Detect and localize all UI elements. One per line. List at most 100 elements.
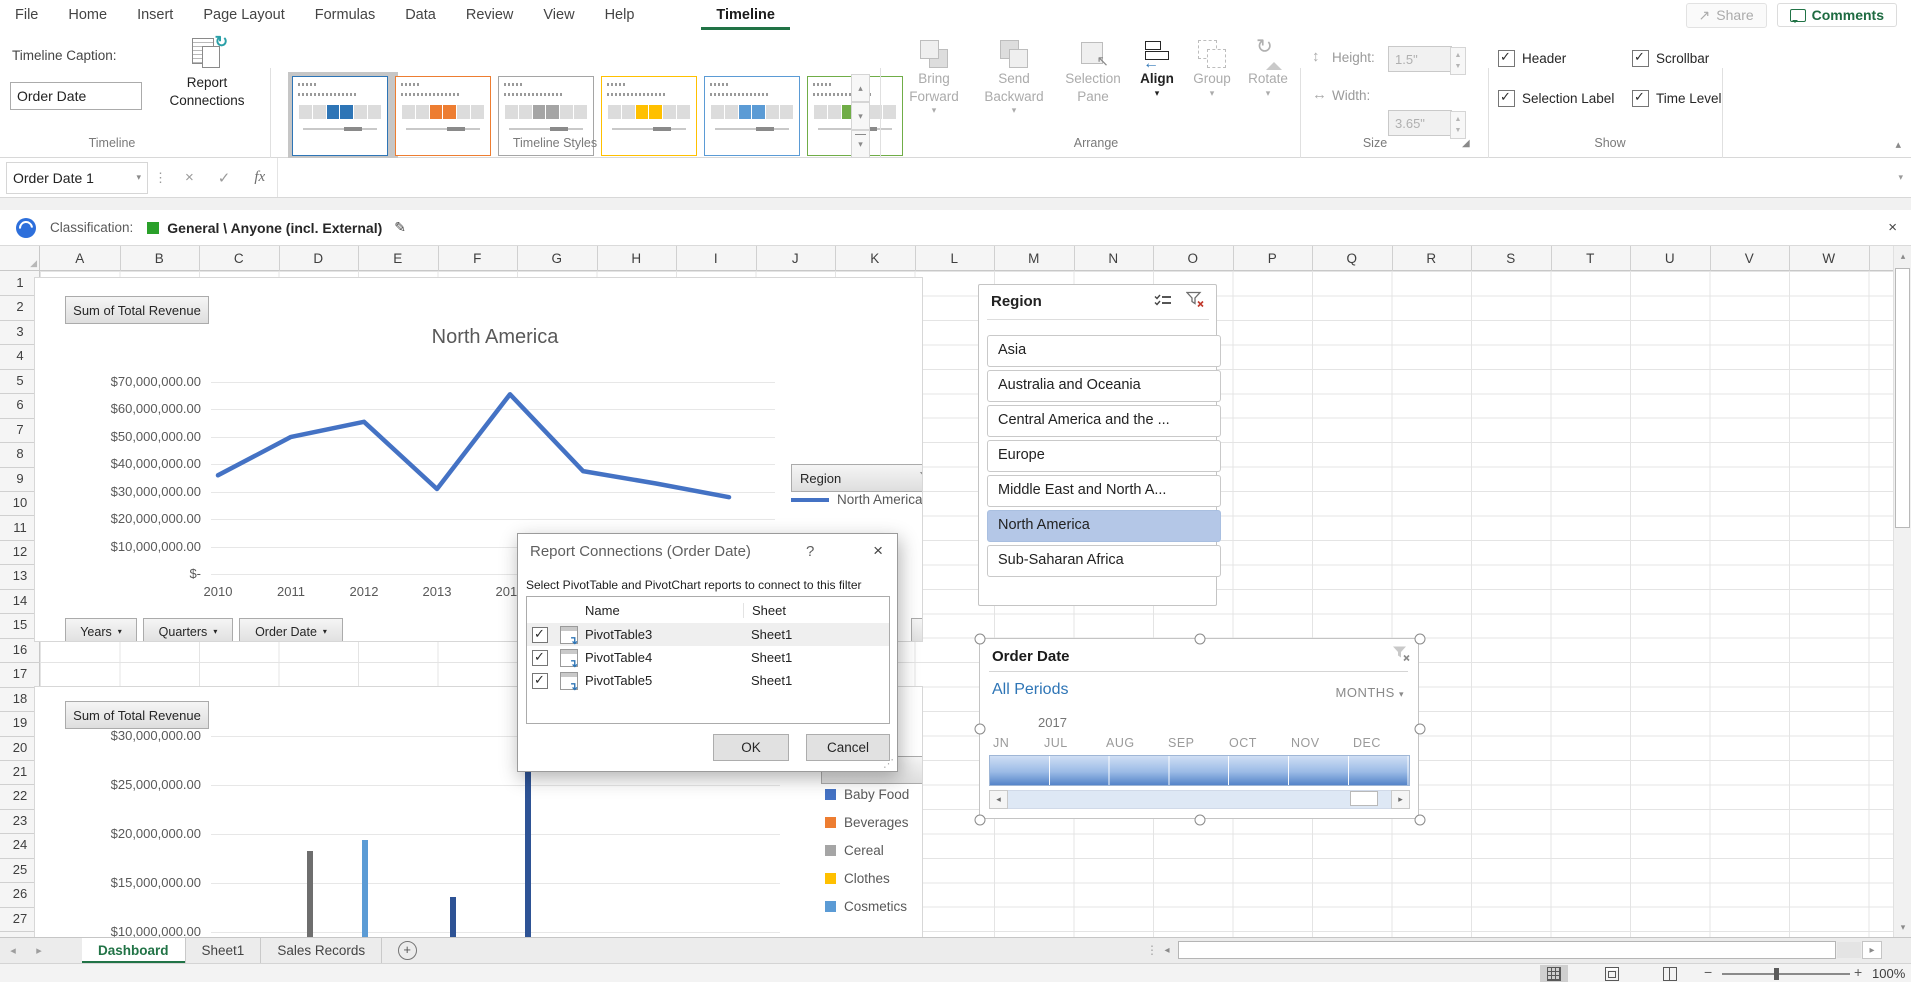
years-field-button[interactable]: Years▾ bbox=[65, 618, 137, 642]
resize-grip-icon[interactable]: ⋰ bbox=[883, 757, 894, 770]
slicer-item-middle-east[interactable]: Middle East and North A... bbox=[987, 475, 1221, 507]
column-header-W[interactable]: W bbox=[1789, 246, 1870, 271]
selection-handle[interactable] bbox=[1195, 634, 1206, 645]
tab-file[interactable]: File bbox=[0, 0, 53, 30]
vertical-scrollbar[interactable]: ▴ ▾ bbox=[1893, 246, 1911, 937]
slicer-item-australia-oceania[interactable]: Australia and Oceania bbox=[987, 370, 1221, 402]
comments-button[interactable]: Comments bbox=[1777, 3, 1897, 27]
checkbox-icon[interactable] bbox=[532, 673, 548, 689]
show-scrollbar-checkbox[interactable]: Scrollbar bbox=[1632, 50, 1709, 67]
enter-formula-icon[interactable]: ✓ bbox=[206, 169, 243, 187]
timeline-selection-bar[interactable] bbox=[989, 755, 1410, 786]
show-header-checkbox[interactable]: Header bbox=[1498, 50, 1566, 67]
slicer-item-central-america[interactable]: Central America and the ... bbox=[987, 405, 1221, 437]
gallery-more-icon[interactable]: ▾ bbox=[851, 130, 870, 158]
tab-view[interactable]: View bbox=[528, 0, 589, 30]
order-date-timeline[interactable]: Order Date All Periods MONTHS ▾ 2017 JNJ… bbox=[979, 638, 1419, 819]
zoom-out-icon[interactable]: − bbox=[1704, 964, 1712, 980]
column-header-N[interactable]: N bbox=[1074, 246, 1155, 271]
vertical-scroll-thumb[interactable] bbox=[1895, 268, 1910, 528]
add-sheet-button[interactable]: + bbox=[382, 938, 432, 963]
height-spinner[interactable]: ▲▼ bbox=[1450, 47, 1466, 75]
tab-splitter-icon[interactable]: ⋮ bbox=[1146, 943, 1158, 957]
field-buttons-overflow[interactable] bbox=[911, 618, 923, 642]
tab-help[interactable]: Help bbox=[590, 0, 650, 30]
formula-input[interactable] bbox=[277, 158, 1886, 197]
normal-view-icon[interactable] bbox=[1540, 965, 1568, 982]
column-header-V[interactable]: V bbox=[1710, 246, 1791, 271]
timeline-caption-input[interactable] bbox=[10, 82, 142, 110]
timeline-style-option-3[interactable] bbox=[494, 72, 604, 166]
gallery-scroll-up-icon[interactable]: ▴ bbox=[851, 74, 870, 102]
zoom-slider-thumb[interactable] bbox=[1774, 968, 1779, 980]
sheet-tab-sales-records[interactable]: Sales Records bbox=[261, 938, 382, 963]
height-input[interactable]: 1.5"▲▼ bbox=[1388, 46, 1452, 72]
cancel-button[interactable]: Cancel bbox=[806, 734, 890, 761]
timeline-style-option-2[interactable] bbox=[391, 72, 501, 166]
insert-function-icon[interactable]: fx bbox=[242, 169, 277, 186]
align-button[interactable]: ← Align ▾ bbox=[1133, 38, 1181, 99]
selection-handle[interactable] bbox=[975, 724, 986, 735]
column-header-O[interactable]: O bbox=[1153, 246, 1234, 271]
tab-page-layout[interactable]: Page Layout bbox=[188, 0, 299, 30]
hscroll-left-icon[interactable]: ◂ bbox=[1158, 941, 1176, 960]
hscroll-track[interactable] bbox=[1837, 942, 1861, 958]
selection-handle[interactable] bbox=[975, 815, 986, 826]
quarters-field-button[interactable]: Quarters▾ bbox=[143, 618, 233, 642]
column-header-R[interactable]: R bbox=[1392, 246, 1473, 271]
horizontal-scroll-thumb[interactable] bbox=[1178, 941, 1836, 959]
column-header-U[interactable]: U bbox=[1630, 246, 1711, 271]
timeline-scroll-left-icon[interactable]: ◂ bbox=[989, 790, 1008, 809]
sheet-nav-right-icon[interactable]: ▸ bbox=[26, 938, 52, 963]
slicer-item-north-america[interactable]: North America bbox=[987, 510, 1221, 542]
cancel-formula-icon[interactable]: × bbox=[173, 169, 206, 186]
name-box[interactable]: Order Date 1▾ bbox=[6, 162, 148, 194]
column-header-F[interactable]: F bbox=[438, 246, 519, 271]
column-header-T[interactable]: T bbox=[1551, 246, 1632, 271]
time-level-dropdown[interactable]: MONTHS ▾ bbox=[1336, 685, 1405, 700]
zoom-slider-track[interactable] bbox=[1722, 973, 1850, 975]
expand-formula-bar-icon[interactable]: ▾ bbox=[1886, 172, 1911, 183]
sheet-tab-dashboard[interactable]: Dashboard bbox=[82, 938, 186, 963]
selection-handle[interactable] bbox=[1195, 815, 1206, 826]
column-header-L[interactable]: L bbox=[915, 246, 996, 271]
name-box-divider-icon[interactable]: ⋮ bbox=[148, 170, 173, 186]
slicer-item-sub-saharan-africa[interactable]: Sub-Saharan Africa bbox=[987, 545, 1221, 577]
column-header-K[interactable]: K bbox=[835, 246, 916, 271]
clear-timeline-filter-icon[interactable] bbox=[1392, 645, 1410, 667]
slicer-item-asia[interactable]: Asia bbox=[987, 335, 1221, 367]
region-slicer[interactable]: Region Asia Australia and Oceania Centra… bbox=[978, 284, 1217, 606]
timeline-style-option-5[interactable] bbox=[700, 72, 810, 166]
width-input[interactable]: 3.65"▲▼ bbox=[1388, 110, 1452, 136]
name-box-dropdown-icon[interactable]: ▾ bbox=[136, 172, 141, 183]
rotate-button[interactable]: ↻ Rotate ▾ bbox=[1242, 38, 1294, 99]
timeline-scroll-thumb[interactable] bbox=[1350, 791, 1378, 806]
edit-classification-icon[interactable]: ✎ bbox=[394, 219, 406, 236]
legend-item[interactable]: Beverages bbox=[825, 815, 909, 830]
legend-field-button[interactable]: Region bbox=[791, 464, 923, 492]
timeline-style-option-1[interactable] bbox=[288, 72, 398, 166]
size-dialog-launcher-icon[interactable]: ◢ bbox=[1462, 138, 1470, 149]
sheet-nav-left-icon[interactable]: ◂ bbox=[0, 938, 26, 963]
horizontal-scrollbar[interactable]: ◂ ▸ bbox=[1158, 941, 1884, 960]
column-header-M[interactable]: M bbox=[994, 246, 1075, 271]
column-header-P[interactable]: P bbox=[1233, 246, 1314, 271]
checkbox-icon[interactable] bbox=[532, 627, 548, 643]
legend-item[interactable]: Clothes bbox=[825, 871, 890, 886]
scroll-down-icon[interactable]: ▾ bbox=[1894, 917, 1911, 937]
share-button[interactable]: ↗Share bbox=[1686, 3, 1767, 28]
selection-handle[interactable] bbox=[1415, 815, 1426, 826]
list-item-pivottable4[interactable]: PivotTable4 Sheet1 bbox=[527, 646, 889, 669]
tab-data[interactable]: Data bbox=[390, 0, 451, 30]
column-header-C[interactable]: C bbox=[199, 246, 280, 271]
tab-formulas[interactable]: Formulas bbox=[300, 0, 390, 30]
collapse-ribbon-icon[interactable]: ▴ bbox=[1895, 138, 1901, 151]
column-header-S[interactable]: S bbox=[1471, 246, 1552, 271]
report-connections-button[interactable]: ↻ Report Connections bbox=[152, 36, 262, 109]
list-item-pivottable3[interactable]: PivotTable3 Sheet1 bbox=[527, 623, 889, 646]
column-header-J[interactable]: J bbox=[756, 246, 837, 271]
legend-item[interactable]: Cosmetics bbox=[825, 899, 907, 914]
column-header-D[interactable]: D bbox=[279, 246, 360, 271]
selection-handle[interactable] bbox=[1415, 634, 1426, 645]
scroll-up-icon[interactable]: ▴ bbox=[1894, 246, 1911, 266]
